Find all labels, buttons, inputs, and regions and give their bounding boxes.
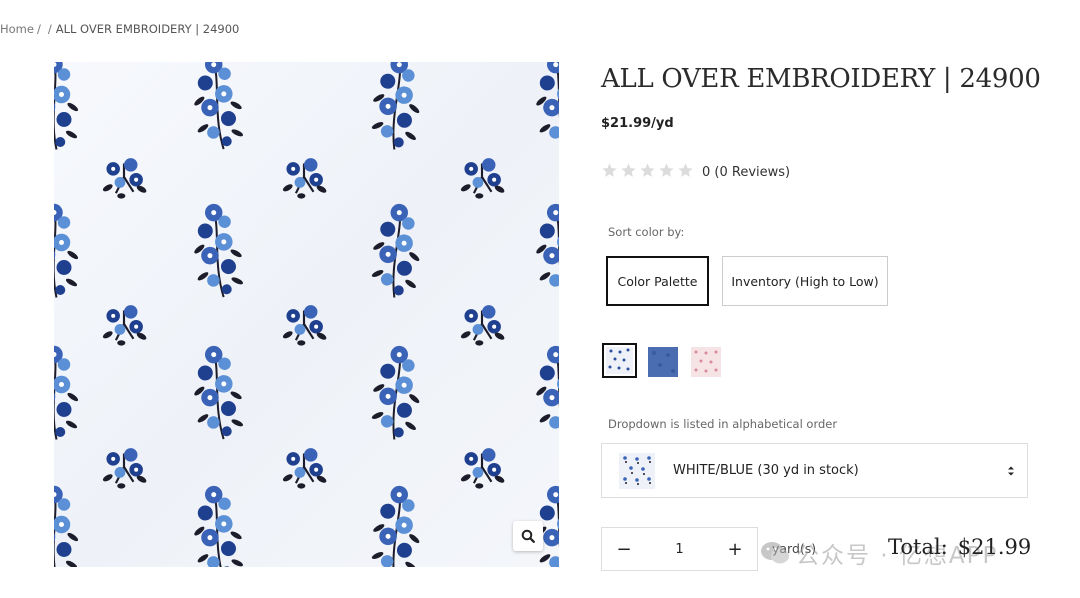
sort-color-label: Sort color by: — [608, 225, 685, 239]
dropdown-selected-value: WHITE/BLUE (30 yd in stock) — [673, 463, 859, 478]
total-amount: $21.99 — [957, 535, 1032, 559]
star-icon — [602, 163, 617, 177]
rating-stars — [601, 162, 696, 183]
breadcrumb-current: ALL OVER EMBROIDERY | 24900 — [55, 22, 240, 36]
breadcrumb-separator: / — [47, 22, 52, 36]
quantity-unit-label: yard(s) — [772, 541, 817, 556]
swatch-pink[interactable] — [691, 347, 721, 377]
star-icon — [621, 163, 636, 177]
rating-count: 0 (0 Reviews) — [702, 165, 791, 180]
star-icon — [640, 163, 655, 177]
breadcrumb: Home / / ALL OVER EMBROIDERY | 24900 — [0, 22, 239, 36]
product-image[interactable] — [54, 62, 559, 567]
swatch-pattern — [606, 347, 633, 374]
swatch-blue[interactable] — [648, 347, 678, 377]
sort-inventory-button[interactable]: Inventory (High to Low) — [722, 256, 888, 306]
fabric-pattern-image — [54, 62, 559, 567]
decrease-quantity-button[interactable]: − — [602, 528, 646, 570]
magnifier-icon — [521, 529, 535, 543]
color-select-dropdown[interactable]: WHITE/BLUE (30 yd in stock) — [601, 443, 1028, 498]
star-icon — [659, 163, 674, 177]
zoom-button[interactable] — [513, 521, 543, 551]
breadcrumb-home-link[interactable]: Home — [0, 22, 34, 36]
swatch-pattern — [648, 347, 678, 377]
product-title: ALL OVER EMBROIDERY | 24900 — [601, 64, 1041, 94]
quantity-stepper: − 1 + — [601, 527, 758, 571]
selected-color-thumbnail — [619, 452, 655, 489]
sort-color-palette-button[interactable]: Color Palette — [606, 256, 709, 306]
star-icon — [678, 163, 693, 177]
product-price: $21.99/yd — [601, 116, 674, 131]
order-total: Total: $21.99 — [888, 535, 1031, 559]
swatch-pattern — [691, 347, 721, 377]
breadcrumb-separator: / — [36, 22, 41, 36]
swatch-white-blue[interactable] — [602, 343, 637, 378]
total-label: Total: — [888, 535, 948, 559]
select-arrows-icon — [1008, 466, 1014, 475]
dropdown-label: Dropdown is listed in alphabetical order — [608, 417, 838, 431]
increase-quantity-button[interactable]: + — [713, 528, 757, 570]
quantity-input[interactable]: 1 — [646, 542, 713, 557]
rating[interactable]: 0 (0 Reviews) — [601, 162, 790, 183]
